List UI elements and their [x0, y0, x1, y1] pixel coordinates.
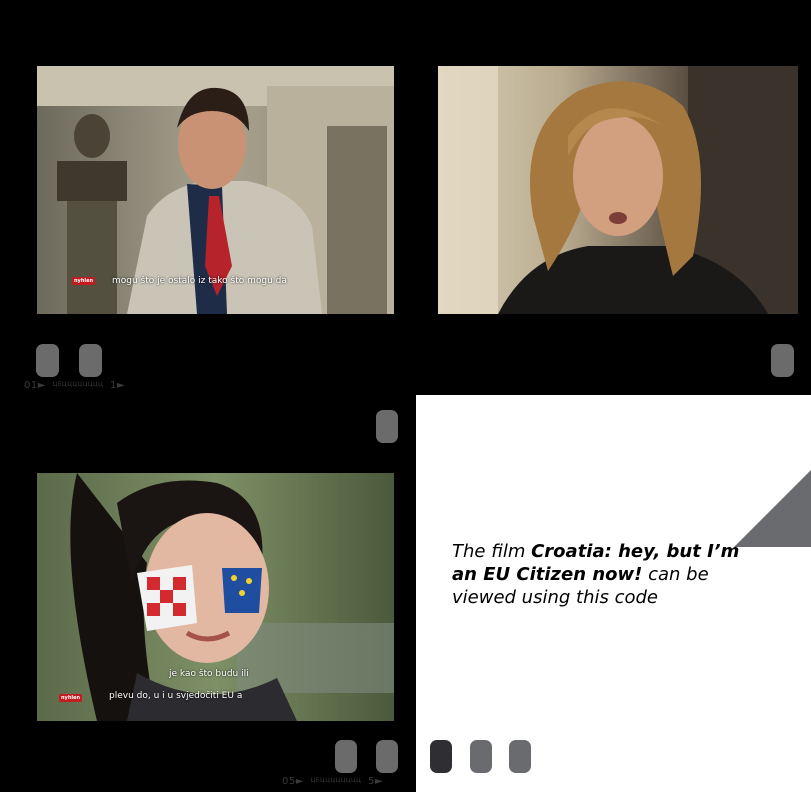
girl-flag-image: [37, 473, 394, 721]
frame-counter-end: 5►: [368, 776, 384, 787]
subtitle-line-1: je kao što budu ili: [169, 669, 249, 679]
sprocket-hole: [335, 740, 357, 773]
channel-logo: nyhlen: [72, 277, 96, 285]
frame-counter-code: ЦЕЦЦЦЦЦЦЦЦ: [52, 381, 104, 388]
frame-counter-end: 1►: [110, 380, 126, 391]
woman-speaking-image: [438, 66, 798, 314]
sprocket-hole: [36, 344, 59, 377]
frame-counter-start: 05►: [282, 776, 304, 787]
frame-counter-code: ЦЕЦЦЦЦЦЦЦЦ: [310, 777, 362, 784]
film-caption: The film Croatia: hey, but I’m an EU Cit…: [452, 540, 742, 609]
subtitle-text: mogu što je ostalo iz tako što mogu da: [112, 276, 287, 286]
frame-man-speaking: nyhlen mogu što je ostalo iz tako što mo…: [37, 66, 394, 314]
frame-woman-speaking: [438, 66, 798, 314]
sprocket-hole: [771, 344, 794, 377]
sprocket-hole: [376, 740, 398, 773]
corner-triangle: [734, 470, 811, 547]
sprocket-hole: [470, 740, 492, 773]
frame-counter-bottom: 05► ЦЕЦЦЦЦЦЦЦЦ 5►: [282, 776, 383, 787]
frame-girl-flag: je kao što budu ili nyhlen plevu do, u i…: [37, 473, 394, 721]
sprocket-hole: [79, 344, 102, 377]
subtitle-line-2: plevu do, u i u svjedočiti EU a: [109, 691, 243, 701]
sprocket-hole: [376, 410, 398, 443]
frame-counter-top: 01► ЦЕЦЦЦЦЦЦЦЦ 1►: [24, 380, 125, 391]
sprocket-hole: [430, 740, 452, 773]
frame-counter-start: 01►: [24, 380, 46, 391]
channel-logo: nyhlen: [59, 694, 83, 702]
caption-prefix: The film: [452, 541, 532, 562]
sprocket-hole: [509, 740, 531, 773]
